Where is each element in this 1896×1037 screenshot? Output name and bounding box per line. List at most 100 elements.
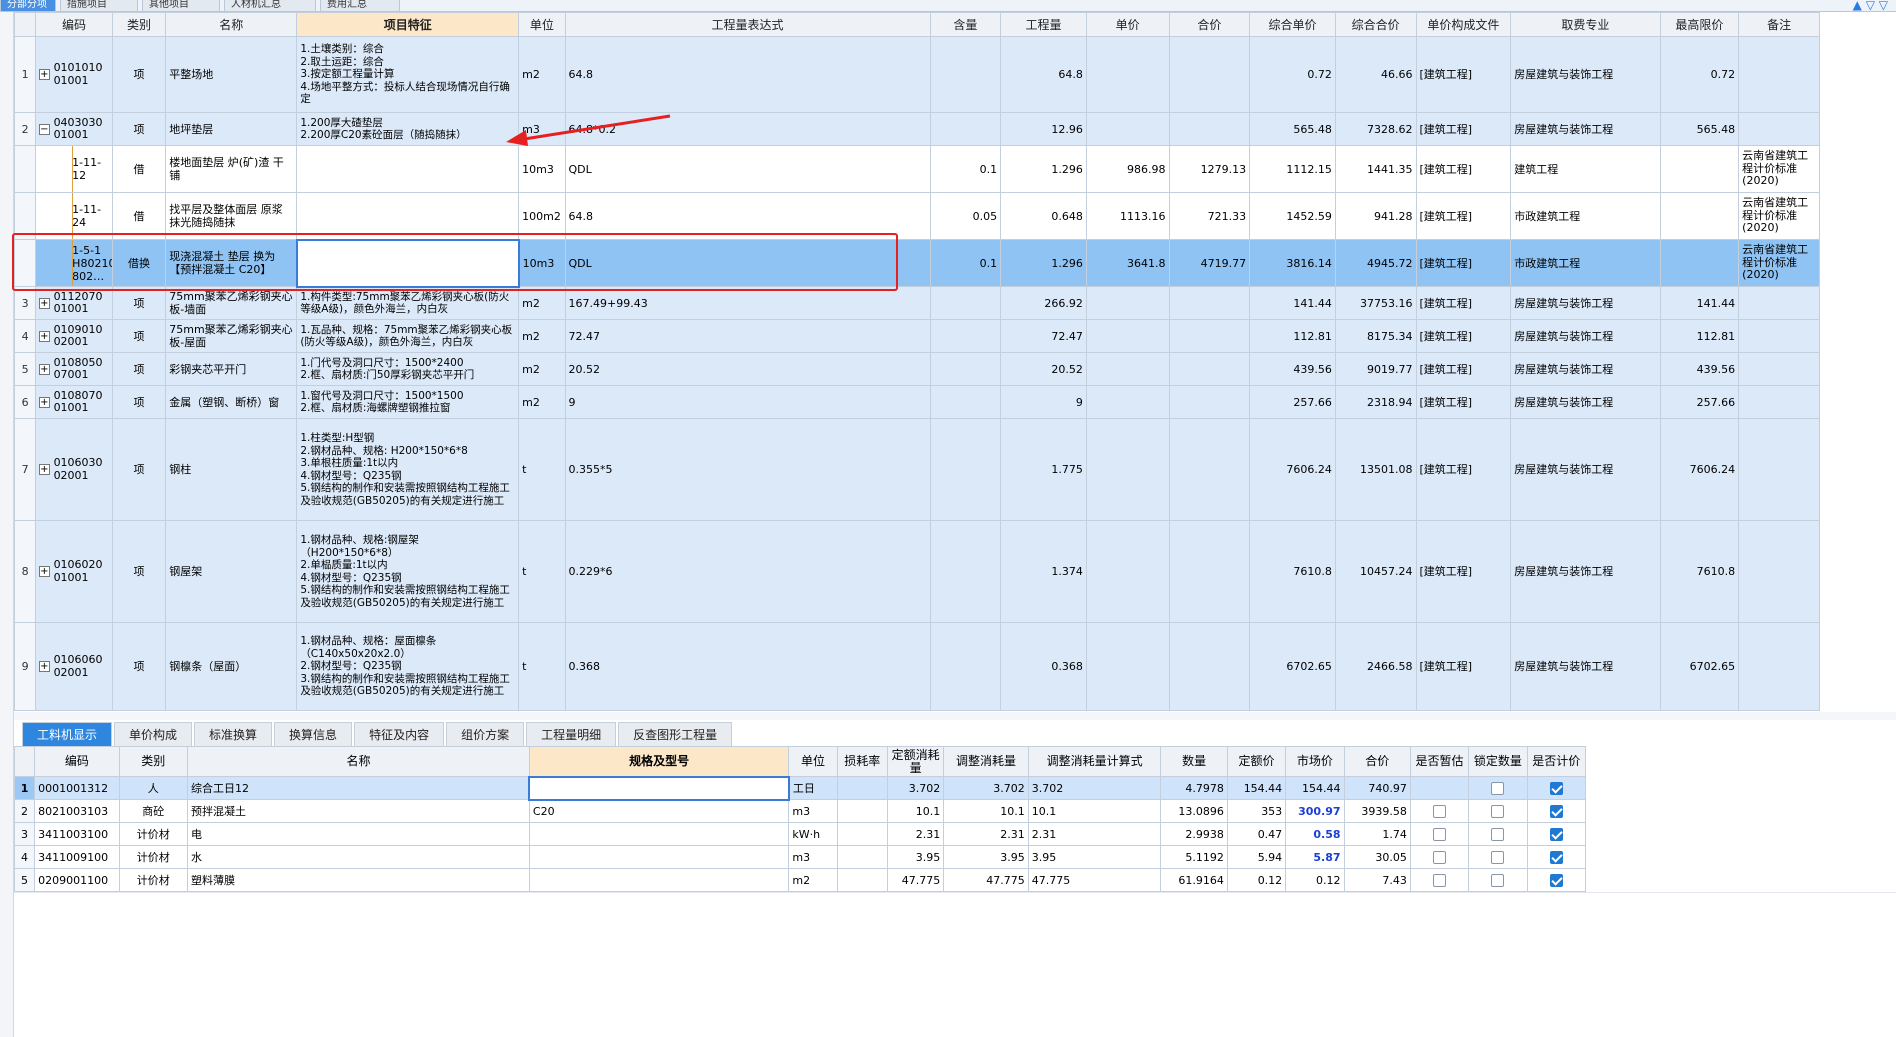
header-type[interactable]: 类别 (111, 12, 167, 37)
tab-feiyong[interactable]: 费用汇总 (320, 0, 400, 12)
tab-biaozhun-huansuan[interactable]: 标准换算 (194, 722, 273, 746)
unit-cell[interactable]: m2 (518, 286, 566, 320)
content-cell[interactable] (929, 385, 1002, 419)
maxprice-cell[interactable]: 257.66 (1659, 385, 1740, 419)
tab-rencaiji[interactable]: 人材机汇总 (224, 0, 316, 12)
expr-cell[interactable]: QDL (564, 239, 931, 287)
expand-icon[interactable]: + (39, 396, 50, 408)
cuprice-cell[interactable]: 257.66 (1249, 385, 1336, 419)
header-total[interactable]: 合价 (1168, 12, 1251, 37)
total-cell[interactable] (1168, 622, 1251, 711)
table-row[interactable]: 4 3411009100 计价材 水 m3 3.95 3.95 3.95 5.1… (13, 845, 1587, 869)
qty-cell[interactable]: 61.9164 (1160, 868, 1228, 892)
major-cell[interactable]: 房屋建筑与装饰工程 (1510, 622, 1661, 711)
unit-cell[interactable]: m2 (518, 36, 566, 113)
ctotal-cell[interactable]: 37753.16 (1334, 286, 1417, 320)
header-type[interactable]: 类别 (118, 746, 188, 777)
spec-edit-cell[interactable] (528, 775, 790, 801)
header-ctotal[interactable]: 综合合价 (1334, 12, 1417, 37)
note-cell[interactable] (1738, 622, 1820, 711)
type-cell[interactable]: 借换 (111, 239, 167, 287)
spec-cell[interactable]: C20 (528, 799, 790, 823)
expr-cell[interactable]: 64.8 (564, 36, 931, 113)
lock-cell[interactable] (1468, 776, 1528, 800)
lock-checkbox[interactable] (1491, 781, 1505, 795)
cuprice-cell[interactable]: 439.56 (1249, 352, 1336, 386)
estimate-checkbox[interactable] (1433, 850, 1447, 864)
header-uprice[interactable]: 单价 (1085, 12, 1170, 37)
major-cell[interactable]: 房屋建筑与装饰工程 (1510, 36, 1661, 113)
note-cell[interactable] (1738, 418, 1820, 521)
mprice-cell[interactable]: 0.58 (1285, 822, 1345, 846)
header-mprice[interactable]: 市场价 (1285, 746, 1345, 777)
priced-checkbox[interactable] (1549, 873, 1563, 887)
unit-cell[interactable]: 10m3 (518, 145, 566, 193)
name-cell[interactable]: 金属（塑钢、断桥）窗 (165, 385, 298, 419)
ctotal-cell[interactable]: 8175.34 (1334, 319, 1417, 353)
ctotal-cell[interactable]: 46.66 (1334, 36, 1417, 113)
cuprice-cell[interactable]: 6702.65 (1249, 622, 1336, 711)
table-row[interactable]: 1-11-12 借 楼地面垫层 炉(矿)渣 干铺 10m3 QDL 0.1 1.… (13, 145, 1820, 193)
name-cell[interactable]: 楼地面垫层 炉(矿)渣 干铺 (165, 145, 298, 193)
unit-cell[interactable]: m3 (788, 845, 838, 869)
type-cell[interactable]: 项 (111, 418, 167, 521)
note-cell[interactable]: 云南省建筑工程计价标准(2020) (1738, 192, 1820, 240)
total-cell[interactable] (1168, 520, 1251, 623)
estimate-cell[interactable] (1409, 845, 1470, 869)
priced-cell[interactable] (1526, 799, 1587, 823)
expand-icon[interactable]: + (39, 661, 50, 672)
lock-cell[interactable] (1468, 845, 1528, 869)
qprice-cell[interactable]: 5.94 (1226, 845, 1287, 869)
tab-qita[interactable]: 其他项目 (142, 0, 220, 12)
qty-cell[interactable]: 1.775 (1000, 418, 1087, 521)
table-row[interactable]: 3 3411003100 计价材 电 kW·h 2.31 2.31 2.31 2… (13, 822, 1587, 846)
file-cell[interactable]: [建筑工程] (1415, 319, 1512, 353)
header-is-priced[interactable]: 是否计价 (1526, 746, 1587, 777)
unit-cell[interactable]: m3 (518, 112, 566, 146)
uprice-cell[interactable] (1085, 352, 1170, 386)
file-cell[interactable]: [建筑工程] (1415, 286, 1512, 320)
total-cell[interactable] (1168, 385, 1251, 419)
code-cell[interactable]: +010603002001 (35, 418, 113, 521)
total-cell[interactable] (1168, 418, 1251, 521)
expand-icon[interactable]: + (39, 464, 50, 475)
uprice-cell[interactable]: 1113.16 (1085, 192, 1170, 240)
tab-huansuan-xinxi[interactable]: 换算信息 (274, 722, 353, 746)
note-cell[interactable] (1738, 36, 1820, 113)
total-cell[interactable]: 4719.77 (1168, 239, 1251, 287)
feature-cell[interactable]: 1.构件类型:75mm聚苯乙烯彩钢夹心板(防火等级A级)，颜色外海兰，内白灰 (296, 286, 520, 320)
name-cell[interactable]: 钢屋架 (165, 520, 298, 623)
uprice-cell[interactable] (1085, 319, 1170, 353)
maxprice-cell[interactable] (1659, 145, 1740, 193)
feature-cell[interactable]: 1.200厚大碴垫层 2.200厚C20素砼面层（随捣随抹） (296, 112, 520, 146)
adj-cell[interactable]: 47.775 (943, 868, 1029, 892)
expand-icon[interactable]: + (39, 69, 50, 80)
estimate-checkbox[interactable] (1433, 873, 1447, 887)
header-expr[interactable]: 工程量表达式 (564, 12, 931, 37)
header-major[interactable]: 取费专业 (1510, 12, 1661, 37)
adj-cell[interactable]: 2.31 (943, 822, 1029, 846)
cuprice-cell[interactable]: 141.44 (1249, 286, 1336, 320)
qty-cell[interactable]: 0.648 (1000, 192, 1087, 240)
maxprice-cell[interactable]: 439.56 (1659, 352, 1740, 386)
content-cell[interactable] (929, 352, 1002, 386)
header-name[interactable]: 名称 (165, 12, 298, 37)
header-unit[interactable]: 单位 (788, 746, 838, 777)
table-row[interactable]: 1-11-24 借 找平层及整体面层 原浆抹光随捣随抹 100m2 64.8 0… (13, 192, 1820, 240)
loss-cell[interactable] (836, 776, 888, 800)
total-cell[interactable]: 1.74 (1343, 822, 1411, 846)
tab-danjia-goucheng[interactable]: 单价构成 (114, 722, 193, 746)
file-cell[interactable]: [建筑工程] (1415, 112, 1512, 146)
note-cell[interactable] (1738, 112, 1820, 146)
major-cell[interactable]: 市政建筑工程 (1510, 192, 1661, 240)
code-cell[interactable]: −040303001001 (35, 112, 113, 146)
file-cell[interactable]: [建筑工程] (1415, 239, 1512, 287)
type-cell[interactable]: 项 (111, 112, 167, 146)
major-cell[interactable]: 房屋建筑与装饰工程 (1510, 319, 1661, 353)
type-cell[interactable]: 项 (111, 622, 167, 711)
ctotal-cell[interactable]: 4945.72 (1334, 239, 1417, 287)
quota-cell[interactable]: 47.775 (886, 868, 945, 892)
code-cell[interactable]: +010901002001 (35, 319, 113, 353)
table-row[interactable]: 2 8021003103 商砼 预拌混凝土 C20 m3 10.1 10.1 1… (13, 799, 1587, 823)
loss-cell[interactable] (836, 845, 888, 869)
